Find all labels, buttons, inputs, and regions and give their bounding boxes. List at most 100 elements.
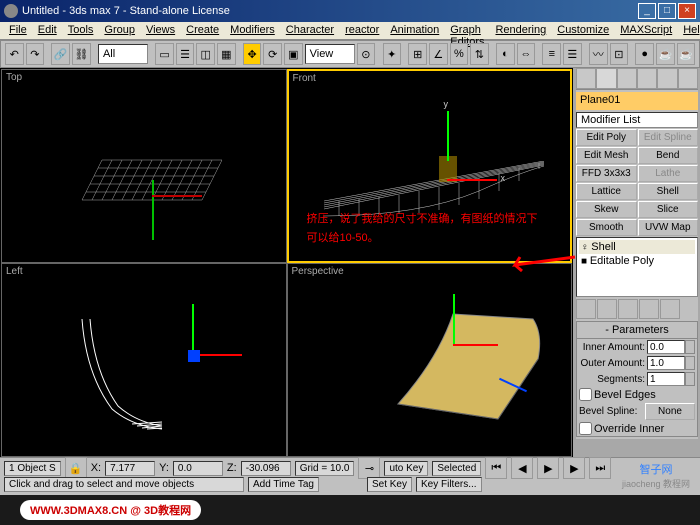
mod-lattice[interactable]: Lattice: [576, 183, 637, 200]
selection-filter-dropdown[interactable]: All: [98, 44, 148, 64]
render-scene-icon[interactable]: ☕: [656, 43, 675, 65]
select-icon[interactable]: ▭: [155, 43, 174, 65]
create-tab-icon[interactable]: [576, 68, 596, 89]
override-inner-checkbox[interactable]: [579, 422, 592, 435]
named-sel-icon[interactable]: ◐: [496, 43, 515, 65]
inner-amount-field[interactable]: [647, 340, 685, 354]
schematic-icon[interactable]: ⊡: [610, 43, 629, 65]
undo-icon[interactable]: ↶: [5, 43, 24, 65]
menu-file[interactable]: File: [4, 22, 32, 39]
menu-group[interactable]: Group: [99, 22, 140, 39]
utilities-tab-icon[interactable]: [678, 68, 698, 89]
unlink-icon[interactable]: ⛓: [72, 43, 91, 65]
rotate-icon[interactable]: ⟳: [263, 43, 282, 65]
show-end-icon[interactable]: [597, 299, 617, 319]
outer-amount-field[interactable]: [647, 356, 685, 370]
segments-field[interactable]: [647, 372, 685, 386]
pivot-icon[interactable]: ⊙: [357, 43, 376, 65]
override-inner-label: Override Inner: [594, 423, 664, 435]
minimize-button[interactable]: _: [638, 3, 656, 19]
mod-edit-mesh[interactable]: Edit Mesh: [576, 147, 637, 164]
keyfilters-button[interactable]: Key Filters...: [416, 477, 482, 492]
remove-mod-icon[interactable]: [639, 299, 659, 319]
menu-help[interactable]: Help: [678, 22, 700, 39]
select-name-icon[interactable]: ☰: [176, 43, 195, 65]
viewport-front[interactable]: Front y x 挤压，说了我给的尺寸不准确，有图纸的情况下 可以给10-50…: [287, 69, 573, 263]
close-button[interactable]: ×: [678, 3, 696, 19]
redo-icon[interactable]: ↷: [26, 43, 45, 65]
menu-animation[interactable]: Animation: [385, 22, 444, 39]
menu-edit[interactable]: Edit: [33, 22, 62, 39]
mod-shell[interactable]: Shell: [638, 183, 699, 200]
percent-snap-icon[interactable]: %: [450, 43, 469, 65]
mod-edit-poly[interactable]: Edit Poly: [576, 129, 637, 146]
mod-ffd[interactable]: FFD 3x3x3: [576, 165, 637, 182]
menu-modifiers[interactable]: Modifiers: [225, 22, 280, 39]
mod-smooth[interactable]: Smooth: [576, 219, 637, 236]
hierarchy-tab-icon[interactable]: [617, 68, 637, 89]
next-frame-icon[interactable]: ▶: [563, 457, 585, 479]
move-icon[interactable]: ✥: [243, 43, 262, 65]
mod-uvw[interactable]: UVW Map: [638, 219, 699, 236]
manipulate-icon[interactable]: ✦: [383, 43, 402, 65]
material-icon[interactable]: ●: [635, 43, 654, 65]
menu-grapheditors[interactable]: Graph Editors: [445, 22, 489, 39]
viewport-left[interactable]: Left: [1, 263, 287, 457]
menu-tools[interactable]: Tools: [63, 22, 99, 39]
setkey-button[interactable]: Set Key: [367, 477, 412, 492]
spinner-icon[interactable]: [685, 356, 695, 370]
bevel-edges-checkbox[interactable]: [579, 388, 592, 401]
ref-coord-dropdown[interactable]: View: [305, 44, 355, 64]
menu-customize[interactable]: Customize: [552, 22, 614, 39]
align-icon[interactable]: ≡: [542, 43, 561, 65]
time-tag[interactable]: Add Time Tag: [248, 477, 319, 492]
y-field[interactable]: 0.0: [173, 461, 223, 476]
configure-icon[interactable]: [660, 299, 680, 319]
modify-tab-icon[interactable]: [596, 68, 616, 89]
goto-start-icon[interactable]: ⏮: [485, 457, 507, 479]
modifier-list-dropdown[interactable]: Modifier List: [576, 112, 698, 128]
play-icon[interactable]: ▶: [537, 457, 559, 479]
viewport-top[interactable]: Top: [1, 69, 287, 263]
unique-icon[interactable]: [618, 299, 638, 319]
menu-maxscript[interactable]: MAXScript: [615, 22, 677, 39]
angle-snap-icon[interactable]: ∠: [429, 43, 448, 65]
menu-reactor[interactable]: reactor: [340, 22, 384, 39]
x-field[interactable]: 7.177: [105, 461, 155, 476]
menu-views[interactable]: Views: [141, 22, 180, 39]
bevel-spline-button[interactable]: None: [645, 403, 695, 420]
maximize-button[interactable]: □: [658, 3, 676, 19]
scale-icon[interactable]: ▣: [284, 43, 303, 65]
menu-create[interactable]: Create: [181, 22, 224, 39]
mod-skew[interactable]: Skew: [576, 201, 637, 218]
modifier-stack[interactable]: ♀ Shell ■ Editable Poly: [576, 237, 698, 297]
spinner-snap-icon[interactable]: ⇅: [470, 43, 489, 65]
motion-tab-icon[interactable]: [637, 68, 657, 89]
viewport-perspective[interactable]: Perspective: [287, 263, 573, 457]
mod-bend[interactable]: Bend: [638, 147, 699, 164]
z-field[interactable]: -30.096: [241, 461, 291, 476]
mod-slice[interactable]: Slice: [638, 201, 699, 218]
spinner-icon[interactable]: [685, 340, 695, 354]
prev-frame-icon[interactable]: ◀: [511, 457, 533, 479]
menu-rendering[interactable]: Rendering: [490, 22, 551, 39]
display-tab-icon[interactable]: [657, 68, 677, 89]
menu-character[interactable]: Character: [281, 22, 339, 39]
select-region-icon[interactable]: ◫: [196, 43, 215, 65]
autokey-button[interactable]: uto Key: [384, 461, 428, 476]
layers-icon[interactable]: ☰: [563, 43, 582, 65]
stack-shell[interactable]: ♀ Shell: [579, 240, 695, 254]
window-crossing-icon[interactable]: ▦: [217, 43, 236, 65]
pin-stack-icon[interactable]: [576, 299, 596, 319]
quick-render-icon[interactable]: ☕: [677, 43, 696, 65]
stack-editable-poly[interactable]: ■ Editable Poly: [579, 254, 695, 268]
object-name-field[interactable]: Plane01: [576, 92, 698, 110]
spinner-icon[interactable]: [685, 372, 695, 386]
goto-end-icon[interactable]: ⏭: [589, 457, 611, 479]
rollout-header[interactable]: - Parameters: [577, 322, 697, 339]
snap-icon[interactable]: ⊞: [408, 43, 427, 65]
selected-dropdown[interactable]: Selected: [432, 461, 481, 476]
mirror-icon[interactable]: ⇔: [517, 43, 536, 65]
link-icon[interactable]: 🔗: [51, 43, 70, 65]
curve-editor-icon[interactable]: 〰: [589, 43, 608, 65]
